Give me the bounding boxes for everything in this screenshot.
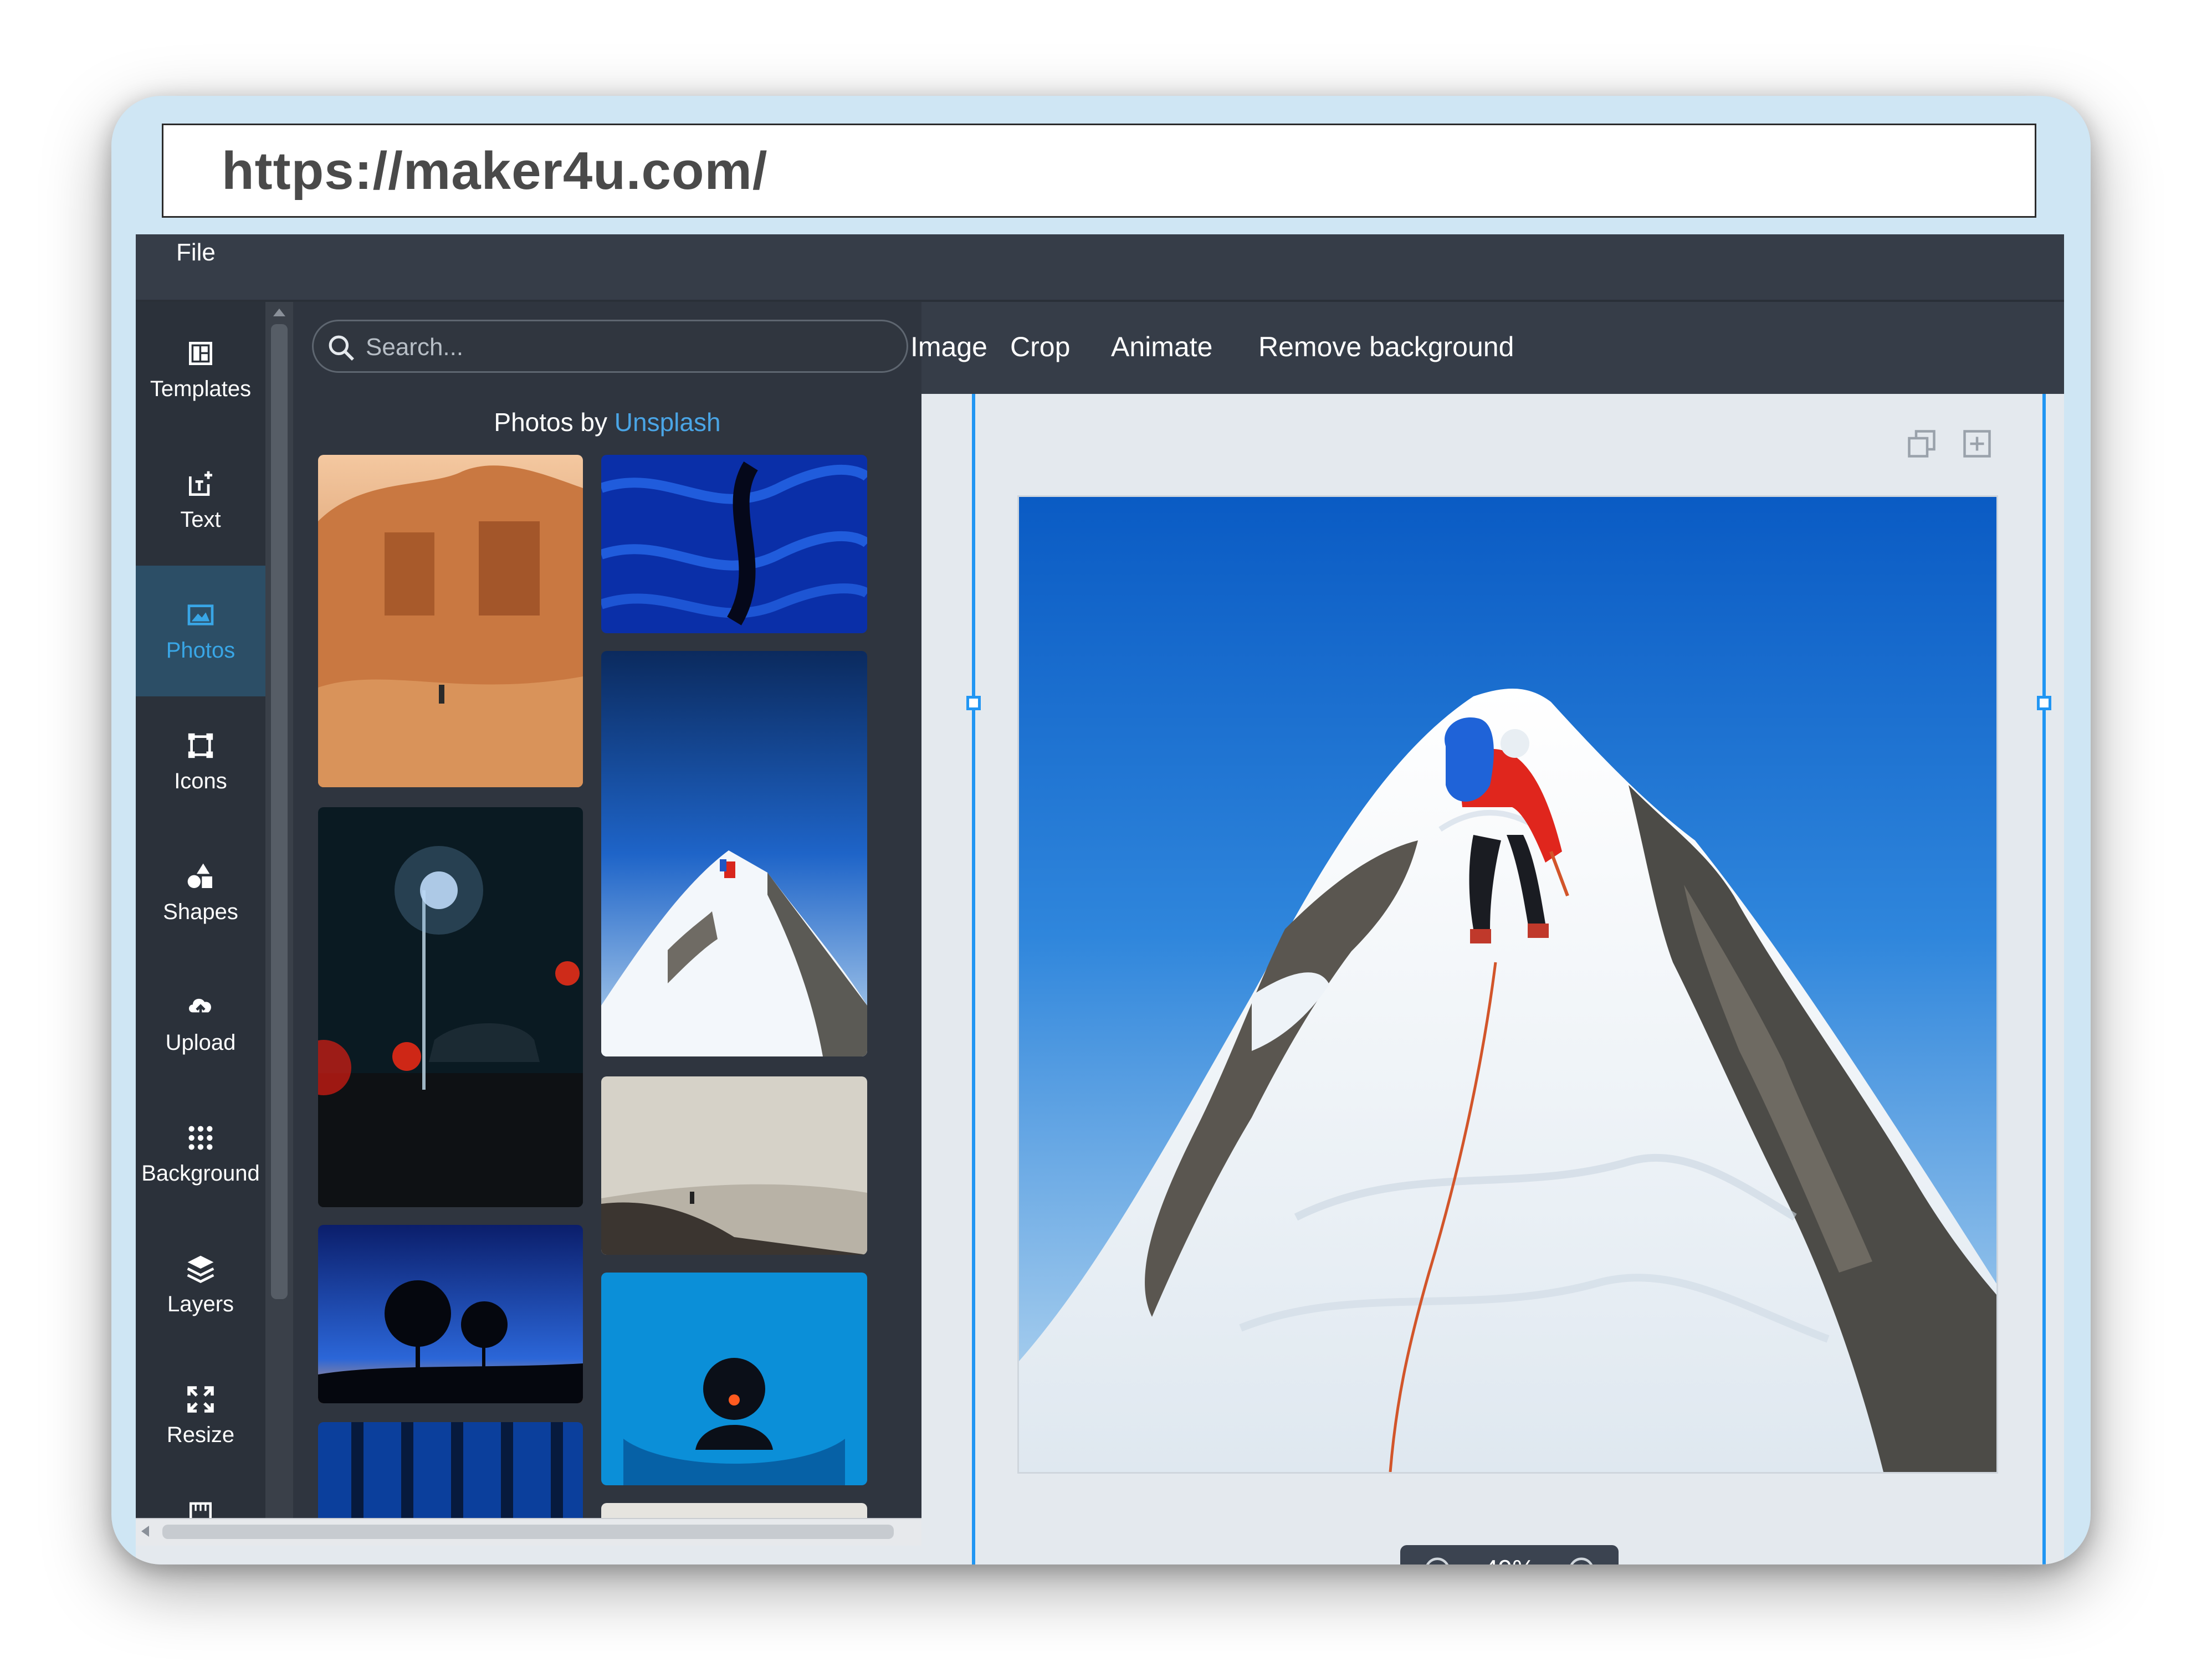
- unsplash-link[interactable]: Unsplash: [615, 408, 721, 437]
- desert-canyon-image: [318, 455, 583, 787]
- tool-animate[interactable]: Animate: [1111, 331, 1212, 363]
- photos-icon: [187, 604, 214, 625]
- photos-panel: Photos by Unsplash: [293, 302, 1041, 1564]
- photo-thumbnail-night-car[interactable]: [318, 807, 583, 1207]
- sidebar-item-photos[interactable]: Photos: [136, 566, 265, 696]
- resize-handle-left[interactable]: [966, 696, 981, 710]
- sidebar-item-label: Photos: [166, 638, 235, 663]
- shapes-icon: [187, 863, 212, 888]
- photo-thumbnail-blue-bathroom[interactable]: [601, 1273, 867, 1485]
- zoom-out-icon[interactable]: [1422, 1555, 1452, 1564]
- text-icon: [189, 471, 212, 496]
- sidebar-item-label: Templates: [150, 376, 252, 401]
- sidebar-item-label: Icons: [174, 768, 227, 793]
- background-icon: [188, 1126, 213, 1150]
- sidebar-item-label: Background: [141, 1161, 260, 1186]
- editor-app: File Templates Text Photos Icons Shapes …: [136, 234, 2064, 1564]
- add-page-icon[interactable]: [1960, 427, 1994, 460]
- scroll-left-icon[interactable]: [141, 1526, 149, 1537]
- sidebar-item-icons[interactable]: Icons: [136, 696, 265, 827]
- tool-remove-background[interactable]: Remove background: [1258, 331, 1514, 363]
- scrollbar-thumb[interactable]: [162, 1525, 894, 1539]
- sidebar-item-label: Text: [180, 507, 221, 532]
- sidebar-item-label: Resize: [166, 1422, 235, 1447]
- selection-right-edge: [2042, 394, 2046, 1564]
- more-icon[interactable]: [186, 1499, 216, 1521]
- sidebar-item-background[interactable]: Background: [136, 1089, 265, 1219]
- sidebar-item-label: Shapes: [163, 899, 238, 924]
- search-input[interactable]: [365, 330, 888, 365]
- photos-heading-prefix: Photos by: [494, 408, 607, 437]
- resize-handle-right[interactable]: [2037, 696, 2051, 710]
- misty-hill-image: [601, 1076, 867, 1255]
- duplicate-page-icon[interactable]: [1905, 427, 1938, 460]
- sidebar-item-label: Layers: [167, 1291, 234, 1316]
- photo-thumbnail-blue-abstract[interactable]: [601, 455, 867, 633]
- sidebar-item-upload[interactable]: Upload: [136, 958, 265, 1089]
- menu-bar: File: [136, 234, 2064, 302]
- templates-icon: [189, 341, 212, 365]
- blue-bathroom-image: [601, 1273, 867, 1485]
- photos-heading: Photos by Unsplash: [293, 407, 921, 437]
- night-car-image: [318, 807, 583, 1207]
- url-text: https://maker4u.com/: [222, 141, 768, 201]
- scrollbar-thumb[interactable]: [271, 324, 288, 1299]
- selection-bottom-left: [972, 1555, 975, 1564]
- layers-icon: [187, 1255, 214, 1283]
- zoom-in-icon[interactable]: [1566, 1555, 1596, 1564]
- resize-icon: [187, 1386, 214, 1413]
- sidebar-scrollbar[interactable]: [265, 302, 293, 1518]
- blue-abstract-image: [601, 455, 867, 633]
- sidebar-item-shapes[interactable]: Shapes: [136, 827, 265, 958]
- selection-left-edge: [972, 394, 975, 1564]
- tool-image[interactable]: Image: [910, 331, 987, 363]
- menu-file[interactable]: File: [176, 239, 216, 266]
- sidebar-item-resize[interactable]: Resize: [136, 1350, 265, 1481]
- sidebar-item-label: Upload: [165, 1030, 236, 1055]
- address-bar[interactable]: https://maker4u.com/: [162, 124, 2036, 218]
- mountain-climber-image: [1019, 497, 1996, 1472]
- zoom-control: 49%: [1400, 1545, 1619, 1564]
- search-box[interactable]: [312, 320, 908, 373]
- starry-night-image: [318, 1225, 583, 1403]
- sidebar-item-text[interactable]: Text: [136, 435, 265, 566]
- sidebar-nav: Templates Text Photos Icons Shapes Uploa…: [136, 302, 265, 1521]
- photo-thumbnail-starry-night[interactable]: [318, 1225, 583, 1403]
- sidebar-item-templates[interactable]: Templates: [136, 304, 265, 435]
- zoom-level: 49%: [1478, 1554, 1541, 1564]
- upload-icon: [189, 998, 211, 1019]
- mountain-climber-thumb-image: [601, 651, 867, 1056]
- blue-stripes-image: [318, 1422, 583, 1518]
- photo-thumbnail-mountain[interactable]: [601, 651, 867, 1056]
- canvas-area: 49%: [921, 394, 2064, 1564]
- scroll-up-icon[interactable]: [273, 309, 285, 316]
- sidebar-item-layers[interactable]: Layers: [136, 1219, 265, 1350]
- horizontal-scrollbar[interactable]: [136, 1518, 921, 1546]
- icons-icon: [188, 733, 213, 758]
- photo-thumbnail-misty-hill[interactable]: [601, 1076, 867, 1255]
- image-toolbar: Image Crop Animate Remove background: [910, 302, 2064, 394]
- canvas-image[interactable]: [1019, 497, 1996, 1472]
- search-icon: [329, 335, 354, 361]
- browser-frame: https://maker4u.com/ File Templates Text…: [111, 96, 2091, 1564]
- tool-crop[interactable]: Crop: [1010, 331, 1070, 363]
- photo-thumbnail-desert[interactable]: [318, 455, 583, 787]
- photo-thumbnail-blue-stripes[interactable]: [318, 1422, 583, 1518]
